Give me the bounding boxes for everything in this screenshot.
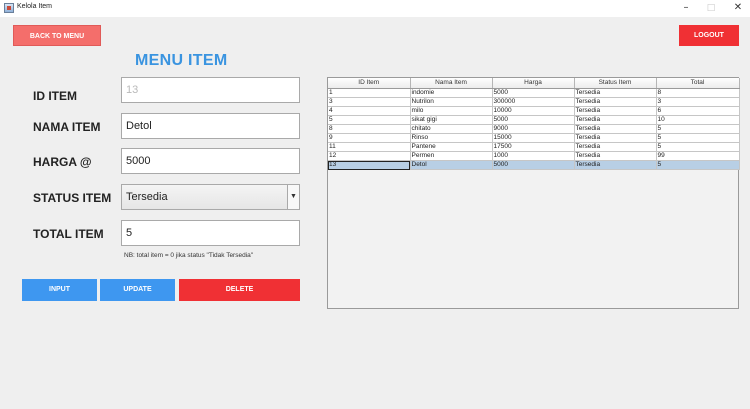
cell-harga[interactable]: 5000 <box>492 160 575 170</box>
cell-status[interactable]: Tersedia <box>574 160 657 170</box>
item-table-panel[interactable]: ID Item Nama Item Harga Status Item Tota… <box>327 77 740 309</box>
close-icon[interactable]: ✕ <box>728 1 748 15</box>
cell-status[interactable]: Tersedia <box>574 151 657 161</box>
title-bar: Kelola Item – □ ✕ <box>0 0 750 17</box>
nama-item-field[interactable]: Detol <box>121 113 300 139</box>
chevron-down-icon[interactable]: ▼ <box>287 185 299 209</box>
cell-harga[interactable]: 15000 <box>492 133 575 143</box>
total-item-field[interactable]: 5 <box>121 220 300 246</box>
cell-nama[interactable]: sikat gigi <box>410 115 493 125</box>
cell-id[interactable]: 8 <box>328 124 411 134</box>
minimize-icon[interactable]: – <box>676 1 696 15</box>
table-row[interactable]: 9 Rinso 15000 Tersedia 5 <box>328 133 740 143</box>
cell-nama[interactable]: chitato <box>410 124 493 134</box>
column-header-total[interactable]: Total <box>656 78 740 89</box>
id-item-label: ID ITEM <box>33 89 77 103</box>
cell-status[interactable]: Tersedia <box>574 142 657 152</box>
nama-item-label: NAMA ITEM <box>33 120 101 134</box>
column-header-nama[interactable]: Nama Item <box>410 78 493 89</box>
window-title: Kelola Item <box>17 3 53 10</box>
table-row[interactable]: 11 Pantene 17500 Tersedia 5 <box>328 142 740 152</box>
cell-harga[interactable]: 9000 <box>492 124 575 134</box>
table-row[interactable]: 5 sikat gigi 5000 Tersedia 10 <box>328 115 740 125</box>
cell-status[interactable]: Tersedia <box>574 106 657 116</box>
update-button[interactable]: UPDATE <box>100 279 175 301</box>
cell-id[interactable]: 5 <box>328 115 411 125</box>
cell-harga[interactable]: 10000 <box>492 106 575 116</box>
status-item-label: STATUS ITEM <box>33 191 112 205</box>
cell-harga[interactable]: 300000 <box>492 97 575 107</box>
column-header-status[interactable]: Status Item <box>574 78 657 89</box>
cell-status[interactable]: Tersedia <box>574 115 657 125</box>
item-table[interactable]: ID Item Nama Item Harga Status Item Tota… <box>328 78 740 170</box>
cell-id[interactable]: 1 <box>328 88 411 98</box>
cell-total[interactable]: 10 <box>656 115 740 125</box>
cell-total[interactable]: 5 <box>656 133 740 143</box>
status-item-select[interactable]: Tersedia ▼ <box>121 184 300 210</box>
table-row[interactable]: 13 Detol 5000 Tersedia 5 <box>328 160 740 170</box>
cell-harga[interactable]: 5000 <box>492 115 575 125</box>
cell-nama[interactable]: Detol <box>410 160 493 170</box>
page-title: MENU ITEM <box>135 52 228 69</box>
maximize-icon[interactable]: □ <box>701 1 721 15</box>
cell-id[interactable]: 9 <box>328 133 411 143</box>
cell-nama[interactable]: Pantene <box>410 142 493 152</box>
cell-nama[interactable]: Permen <box>410 151 493 161</box>
table-row[interactable]: 1 indomie 5000 Tersedia 8 <box>328 88 740 98</box>
cell-id[interactable]: 3 <box>328 97 411 107</box>
logout-button[interactable]: LOGOUT <box>679 25 739 46</box>
cell-status[interactable]: Tersedia <box>574 88 657 98</box>
cell-id[interactable]: 11 <box>328 142 411 152</box>
harga-label: HARGA @ <box>33 155 92 169</box>
cell-total[interactable]: 3 <box>656 97 740 107</box>
total-item-note: NB: total item = 0 jika status "Tidak Te… <box>124 252 254 259</box>
cell-nama[interactable]: indomie <box>410 88 493 98</box>
status-item-value: Tersedia <box>126 191 168 203</box>
cell-total[interactable]: 8 <box>656 88 740 98</box>
cell-nama[interactable]: Rinso <box>410 133 493 143</box>
table-row[interactable]: 12 Permen 1000 Tersedia 99 <box>328 151 740 161</box>
cell-status[interactable]: Tersedia <box>574 124 657 134</box>
cell-id[interactable]: 13 <box>328 160 411 170</box>
cell-id[interactable]: 12 <box>328 151 411 161</box>
cell-total[interactable]: 6 <box>656 106 740 116</box>
cell-total[interactable]: 99 <box>656 151 740 161</box>
cell-id[interactable]: 4 <box>328 106 411 116</box>
total-item-label: TOTAL ITEM <box>33 227 104 241</box>
cell-nama[interactable]: Nutrilon <box>410 97 493 107</box>
cell-total[interactable]: 5 <box>656 142 740 152</box>
cell-total[interactable]: 5 <box>656 160 740 170</box>
cell-harga[interactable]: 17500 <box>492 142 575 152</box>
table-header-row: ID Item Nama Item Harga Status Item Tota… <box>328 78 740 89</box>
input-button[interactable]: INPUT <box>22 279 97 301</box>
back-to-menu-button[interactable]: BACK TO MENU <box>13 25 101 46</box>
cell-harga[interactable]: 5000 <box>492 88 575 98</box>
harga-field[interactable]: 5000 <box>121 148 300 174</box>
cell-total[interactable]: 5 <box>656 124 740 134</box>
id-item-field[interactable]: 13 <box>121 77 300 103</box>
table-row[interactable]: 8 chitato 9000 Tersedia 5 <box>328 124 740 134</box>
cell-status[interactable]: Tersedia <box>574 133 657 143</box>
column-header-harga[interactable]: Harga <box>492 78 575 89</box>
delete-button[interactable]: DELETE <box>179 279 300 301</box>
cell-harga[interactable]: 1000 <box>492 151 575 161</box>
cell-status[interactable]: Tersedia <box>574 97 657 107</box>
table-row[interactable]: 4 milo 10000 Tersedia 6 <box>328 106 740 116</box>
table-row[interactable]: 3 Nutrilon 300000 Tersedia 3 <box>328 97 740 107</box>
app-icon <box>4 3 14 13</box>
column-header-id[interactable]: ID Item <box>328 78 411 89</box>
cell-nama[interactable]: milo <box>410 106 493 116</box>
